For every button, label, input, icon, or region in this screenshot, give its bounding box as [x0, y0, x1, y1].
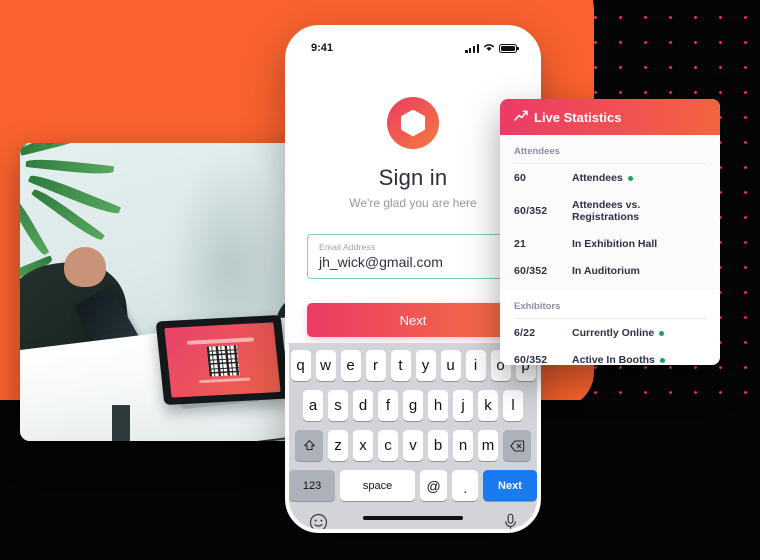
photo-tablet-caption-bar [199, 377, 250, 383]
key-f[interactable]: f [378, 390, 398, 421]
photo-tablet-title-bar [186, 336, 255, 345]
key-y[interactable]: y [415, 350, 436, 381]
key-m[interactable]: m [478, 430, 498, 461]
photo-tablet-screen [164, 322, 281, 398]
key-q[interactable]: q [290, 350, 311, 381]
email-field-label: Email Address [319, 242, 376, 252]
stat-label-text: Attendees vs. Registrations [572, 199, 641, 223]
photo-desk-leg [112, 405, 130, 441]
stat-row: 60/352 Attendees vs. Registrations [514, 191, 706, 230]
email-field[interactable]: Email Address jh_wick@gmail.com [307, 234, 519, 279]
battery-icon [499, 43, 519, 53]
stat-label-text: In Auditorium [572, 265, 640, 277]
trending-up-icon [514, 109, 528, 125]
key-i[interactable]: i [465, 350, 486, 381]
key-d[interactable]: d [353, 390, 373, 421]
key-x[interactable]: x [353, 430, 373, 461]
stat-label: Active In Booths [572, 354, 665, 365]
key-v[interactable]: v [403, 430, 423, 461]
home-indicator [363, 516, 463, 520]
stat-label-text: Attendees [572, 172, 623, 184]
stat-label: In Exhibition Hall [572, 238, 657, 250]
live-statistics-header: Live Statistics [500, 99, 720, 135]
photo-tablet [155, 314, 290, 406]
stats-section-title: Exhibitors [514, 290, 706, 319]
key-n[interactable]: n [453, 430, 473, 461]
stat-value: 60/352 [514, 354, 548, 365]
key-r[interactable]: r [365, 350, 386, 381]
key-z[interactable]: z [328, 430, 348, 461]
keyboard-row-4[interactable]: 123 space @ . Next [289, 470, 537, 501]
key-b[interactable]: b [428, 430, 448, 461]
live-statistics-card: Live Statistics Attendees 60 Attendees 60/3… [500, 99, 720, 365]
on-screen-keyboard[interactable]: qwertyuiop asdfghjkl zxcvbnm 123 space @… [289, 343, 537, 529]
stat-label-text: In Exhibition Hall [572, 238, 658, 250]
stat-label-text: Currently Online [572, 327, 655, 339]
period-key[interactable]: . [452, 470, 478, 501]
shift-icon[interactable] [295, 430, 323, 461]
keyboard-return-button[interactable]: Next [482, 470, 537, 501]
wifi-icon [483, 42, 495, 55]
stat-label: Currently Online [572, 327, 665, 339]
stat-label: Attendees vs. Registrations [572, 199, 706, 223]
stats-section-title: Attendees [514, 135, 706, 164]
key-w[interactable]: w [315, 350, 336, 381]
stat-value: 60/352 [514, 205, 548, 217]
cellular-signal-icon [465, 43, 479, 53]
stat-row: 60/352 Active In Booths [514, 346, 706, 365]
photo-person-head [64, 247, 106, 287]
key-t[interactable]: t [390, 350, 411, 381]
stat-label: In Auditorium [572, 265, 640, 277]
backspace-icon[interactable] [503, 430, 531, 461]
stat-row: 60/352 In Auditorium [514, 257, 706, 284]
stat-label: Attendees [572, 172, 633, 184]
key-l[interactable]: l [503, 390, 523, 421]
key-c[interactable]: c [378, 430, 398, 461]
stat-value: 60/352 [514, 265, 548, 277]
stat-value: 21 [514, 238, 527, 250]
key-h[interactable]: h [428, 390, 448, 421]
live-statistics-body: Attendees 60 Attendees 60/352 Attendees vs. … [500, 135, 720, 365]
keyboard-row-3[interactable]: zxcvbnm [289, 430, 537, 461]
photo-card [20, 143, 316, 441]
stat-value: 60 [514, 172, 527, 184]
email-input[interactable]: jh_wick@gmail.com [319, 254, 507, 270]
qr-code-icon [205, 344, 240, 377]
keyboard-bottom-bar [289, 510, 537, 529]
status-badge [659, 330, 665, 336]
key-g[interactable]: g [403, 390, 423, 421]
live-statistics-title: Live Statistics [534, 109, 622, 125]
stat-label-text: Active In Booths [572, 354, 655, 365]
stat-value: 6/22 [514, 327, 536, 339]
stat-row: 21 In Exhibition Hall [514, 230, 706, 257]
key-k[interactable]: k [478, 390, 498, 421]
stats-section: Attendees 60 Attendees 60/352 Attendees vs. … [500, 135, 720, 284]
keyboard-row-2[interactable]: asdfghjkl [289, 390, 537, 421]
stats-section: Exhibitors 6/22 Currently Online 60/352 Acti… [500, 290, 720, 365]
key-e[interactable]: e [340, 350, 361, 381]
key-j[interactable]: j [453, 390, 473, 421]
key-s[interactable]: s [328, 390, 348, 421]
status-badge [659, 357, 665, 363]
at-key[interactable]: @ [419, 470, 448, 501]
space-key[interactable]: space [340, 470, 415, 501]
status-bar-time: 9:41 [311, 42, 334, 54]
next-button[interactable]: Next [307, 303, 519, 337]
microphone-icon[interactable] [504, 513, 517, 529]
hexagon-logo-icon [387, 97, 439, 149]
numeric-key[interactable]: 123 [289, 470, 336, 501]
emoji-icon[interactable] [309, 513, 328, 529]
key-u[interactable]: u [440, 350, 461, 381]
key-a[interactable]: a [303, 390, 323, 421]
status-bar: 9:41 [289, 29, 537, 59]
stat-row: 60 Attendees [514, 164, 706, 191]
stat-row: 6/22 Currently Online [514, 319, 706, 346]
status-badge [627, 175, 633, 181]
